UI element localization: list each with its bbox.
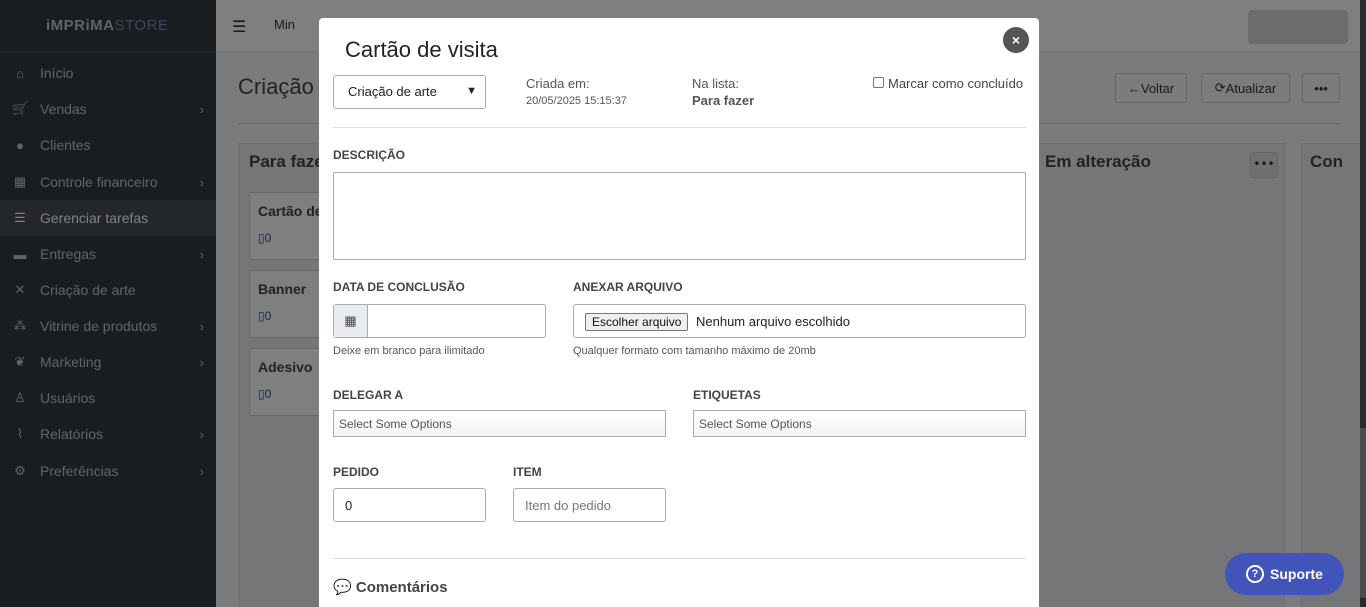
file-input[interactable]: Escolher arquivo Nenhum arquivo escolhid… xyxy=(573,304,1026,338)
tags-label: ETIQUETAS xyxy=(693,388,761,402)
due-date-input[interactable]: ▦ xyxy=(333,304,546,338)
delegate-label: DELEGAR A xyxy=(333,388,404,402)
complete-label[interactable]: Marcar como concluído xyxy=(888,76,1023,91)
delegate-select[interactable]: Select Some Options xyxy=(333,410,666,437)
created-value: 20/05/2025 15:15:37 xyxy=(526,95,627,107)
order-label: PEDIDO xyxy=(333,465,380,479)
attach-hint: Qualquer formato com tamanho máximo de 2… xyxy=(573,345,816,357)
file-status: Nenhum arquivo escolhido xyxy=(696,314,850,329)
comments-heading: 💬 Comentários xyxy=(333,579,448,596)
chevron-down-icon: ▼ xyxy=(466,85,477,97)
order-input[interactable]: 0 xyxy=(333,488,486,522)
task-modal: Cartão de visita × Criação de arte ▼ Cri… xyxy=(319,18,1039,607)
divider xyxy=(333,127,1026,128)
calendar-icon[interactable]: ▦ xyxy=(334,305,368,337)
description-textarea[interactable] xyxy=(333,172,1026,260)
list-label: Na lista: xyxy=(692,76,739,91)
question-icon: ? xyxy=(1246,565,1265,583)
divider xyxy=(333,558,1026,559)
due-date-hint: Deixe em branco para ilimitado xyxy=(333,345,485,357)
item-label: ITEM xyxy=(513,465,542,479)
comments-icon: 💬 xyxy=(333,579,352,596)
item-input[interactable]: Item do pedido xyxy=(513,488,666,522)
modal-title: Cartão de visita xyxy=(345,37,498,62)
choose-file-button[interactable]: Escolher arquivo xyxy=(585,313,689,331)
created-label: Criada em: xyxy=(526,76,590,91)
complete-checkbox[interactable] xyxy=(873,77,884,88)
close-icon[interactable]: × xyxy=(1003,27,1029,53)
attach-label: ANEXAR ARQUIVO xyxy=(573,280,683,294)
tags-select[interactable]: Select Some Options xyxy=(693,410,1026,437)
list-select[interactable]: Criação de arte ▼ xyxy=(333,75,486,109)
description-label: DESCRIÇÃO xyxy=(333,148,406,162)
due-date-label: DATA DE CONCLUSÃO xyxy=(333,280,465,294)
support-button[interactable]: ? Suporte xyxy=(1225,553,1344,595)
list-value: Para fazer xyxy=(692,93,755,108)
